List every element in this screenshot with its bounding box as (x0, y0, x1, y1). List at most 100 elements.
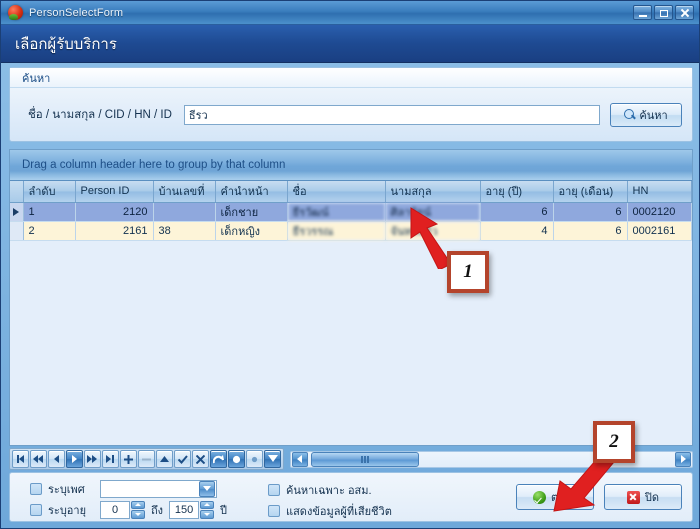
export-button[interactable] (246, 450, 263, 468)
cell-hn: 0002120 (627, 202, 692, 222)
cell-hn: 0002161 (627, 221, 692, 241)
cell-lastname: จันทร์แก้ว (385, 221, 481, 241)
checkbox-icon (30, 503, 42, 516)
cell-lastname: ศิลารัตน์ (385, 202, 481, 222)
age-from-stepper[interactable]: 0 (100, 500, 145, 519)
edit-record-button[interactable] (156, 450, 173, 468)
age-between-label: ถึง (151, 504, 164, 517)
cell-age-year: 4 (480, 221, 554, 241)
age-unit-label: ปี (220, 504, 228, 517)
close-dialog-button[interactable]: ปิด (604, 484, 682, 510)
row-indicator-header (10, 181, 24, 203)
age-from-spin-buttons (131, 500, 145, 519)
next-page-button[interactable] (84, 450, 101, 468)
column-header-seq[interactable]: ลำดับ (23, 181, 76, 203)
age-from-value[interactable]: 0 (100, 500, 130, 519)
left-filter-column: ระบุเพศ ระบุอายุ 0 ถึง 150 ปี (30, 479, 233, 521)
save-button[interactable] (228, 450, 245, 468)
column-header-firstname[interactable]: ชื่อ (287, 181, 386, 203)
column-header-age-month[interactable]: อายุ (เดือน) (553, 181, 628, 203)
current-row-arrow-icon (13, 207, 20, 216)
close-square-icon (626, 490, 640, 504)
table-row[interactable]: 1 2120 เด็กชาย ธีรวัฒน์ ศิลารัตน์ 6 6 00… (10, 202, 692, 222)
spin-down-icon[interactable] (200, 510, 215, 519)
column-header-person-id[interactable]: Person ID (75, 181, 154, 203)
dialog-action-buttons: ตกลง ปิด (516, 484, 682, 510)
refresh-button[interactable] (210, 450, 227, 468)
cancel-edit-button[interactable] (192, 450, 209, 468)
checkbox-icon (268, 505, 280, 517)
spin-up-icon[interactable] (200, 500, 215, 509)
cell-person-id: 2161 (75, 221, 154, 241)
search-panel: ค้นหา ชื่อ / นามสกุล / CID / HN / ID ธีร… (9, 67, 693, 142)
checkbox-icon (268, 484, 280, 496)
search-input[interactable]: ธีรว (183, 104, 600, 125)
insert-record-button[interactable] (120, 450, 137, 468)
row-indicator (10, 202, 24, 222)
table-row[interactable]: 2 2161 38 เด็กหญิง ธีรวรรณ จันทร์แก้ว 4 … (10, 221, 692, 241)
checkbox-icon (30, 482, 42, 495)
post-edit-button[interactable] (174, 450, 191, 468)
age-to-value[interactable]: 150 (169, 500, 200, 519)
spin-up-icon[interactable] (131, 500, 145, 509)
search-row: ชื่อ / นามสกุล / CID / HN / ID ธีรว ค้นห… (10, 88, 692, 141)
gender-select[interactable] (100, 479, 217, 498)
grid-header-row: ลำดับ Person ID บ้านเลขที่ คำนำหน้า ชื่อ… (10, 181, 692, 203)
search-button[interactable]: ค้นหา (610, 102, 682, 127)
ok-button-label: ตกลง (551, 492, 577, 504)
column-header-house-no[interactable]: บ้านเลขที่ (153, 181, 216, 203)
scroll-left-button[interactable] (292, 451, 308, 467)
show-deceased-label: แสดงข้อมูลผู้ที่เสียชีวิต (286, 506, 392, 518)
osm-only-label: ค้นหาเฉพาะ อสม. (286, 485, 372, 497)
show-deceased-checkbox[interactable]: แสดงข้อมูลผู้ที่เสียชีวิต (268, 502, 392, 520)
last-record-button[interactable] (102, 450, 119, 468)
column-header-prefix[interactable]: คำนำหน้า (215, 181, 288, 203)
cell-seq: 2 (23, 221, 76, 241)
db-navigator[interactable] (9, 448, 284, 470)
cell-age-month: 6 (553, 221, 628, 241)
cell-seq: 1 (23, 202, 76, 222)
spin-down-icon[interactable] (131, 510, 145, 519)
cell-age-year: 6 (480, 202, 554, 222)
osm-only-checkbox[interactable]: ค้นหาเฉพาะ อสม. (268, 481, 392, 499)
grid-empty-area (10, 240, 692, 445)
gender-checkbox[interactable]: ระบุเพศ (30, 480, 96, 498)
cell-house-no (153, 202, 216, 222)
prior-page-button[interactable] (30, 450, 47, 468)
next-record-button[interactable] (66, 450, 83, 468)
column-header-hn[interactable]: HN (627, 181, 692, 203)
close-button[interactable] (675, 5, 694, 20)
annotation-badge-1: 1 (447, 251, 489, 293)
column-header-lastname[interactable]: นามสกุล (385, 181, 481, 203)
cell-age-month: 6 (553, 202, 628, 222)
search-panel-caption: ค้นหา (10, 68, 692, 88)
minimize-button[interactable] (633, 5, 652, 20)
age-to-spin-buttons (200, 500, 215, 519)
app-icon (8, 5, 23, 20)
first-record-button[interactable] (12, 450, 29, 468)
column-header-age-year[interactable]: อายุ (ปี) (480, 181, 554, 203)
minimize-icon (639, 15, 647, 17)
scroll-right-button[interactable] (675, 451, 691, 467)
scrollbar-thumb[interactable] (311, 451, 419, 467)
prior-record-button[interactable] (48, 450, 65, 468)
grid-navigator-row (9, 447, 693, 471)
age-filter-row: ระบุอายุ 0 ถึง 150 ปี (30, 500, 233, 519)
person-data-grid[interactable]: Drag a column header here to group by th… (9, 149, 693, 446)
gender-checkbox-label: ระบุเพศ (48, 483, 85, 496)
group-by-panel[interactable]: Drag a column header here to group by th… (10, 150, 692, 181)
delete-record-button[interactable] (138, 450, 155, 468)
chevron-down-icon[interactable] (199, 480, 215, 497)
window-title: PersonSelectForm (29, 6, 124, 19)
maximize-icon (660, 10, 668, 17)
age-checkbox[interactable]: ระบุอายุ (30, 501, 96, 519)
gender-filter-row: ระบุเพศ (30, 479, 233, 498)
cell-prefix: เด็กหญิง (215, 221, 288, 241)
filter-options-panel: ระบุเพศ ระบุอายุ 0 ถึง 150 ปี ค้นหาเฉพาะ… (9, 472, 693, 522)
annotation-badge-2: 2 (593, 421, 635, 463)
maximize-button[interactable] (654, 5, 673, 20)
age-to-stepper[interactable]: 150 (169, 500, 215, 519)
search-field-label: ชื่อ / นามสกุล / CID / HN / ID (28, 108, 172, 121)
filter-button[interactable] (264, 450, 281, 468)
ok-button[interactable]: ตกลง (516, 484, 594, 510)
